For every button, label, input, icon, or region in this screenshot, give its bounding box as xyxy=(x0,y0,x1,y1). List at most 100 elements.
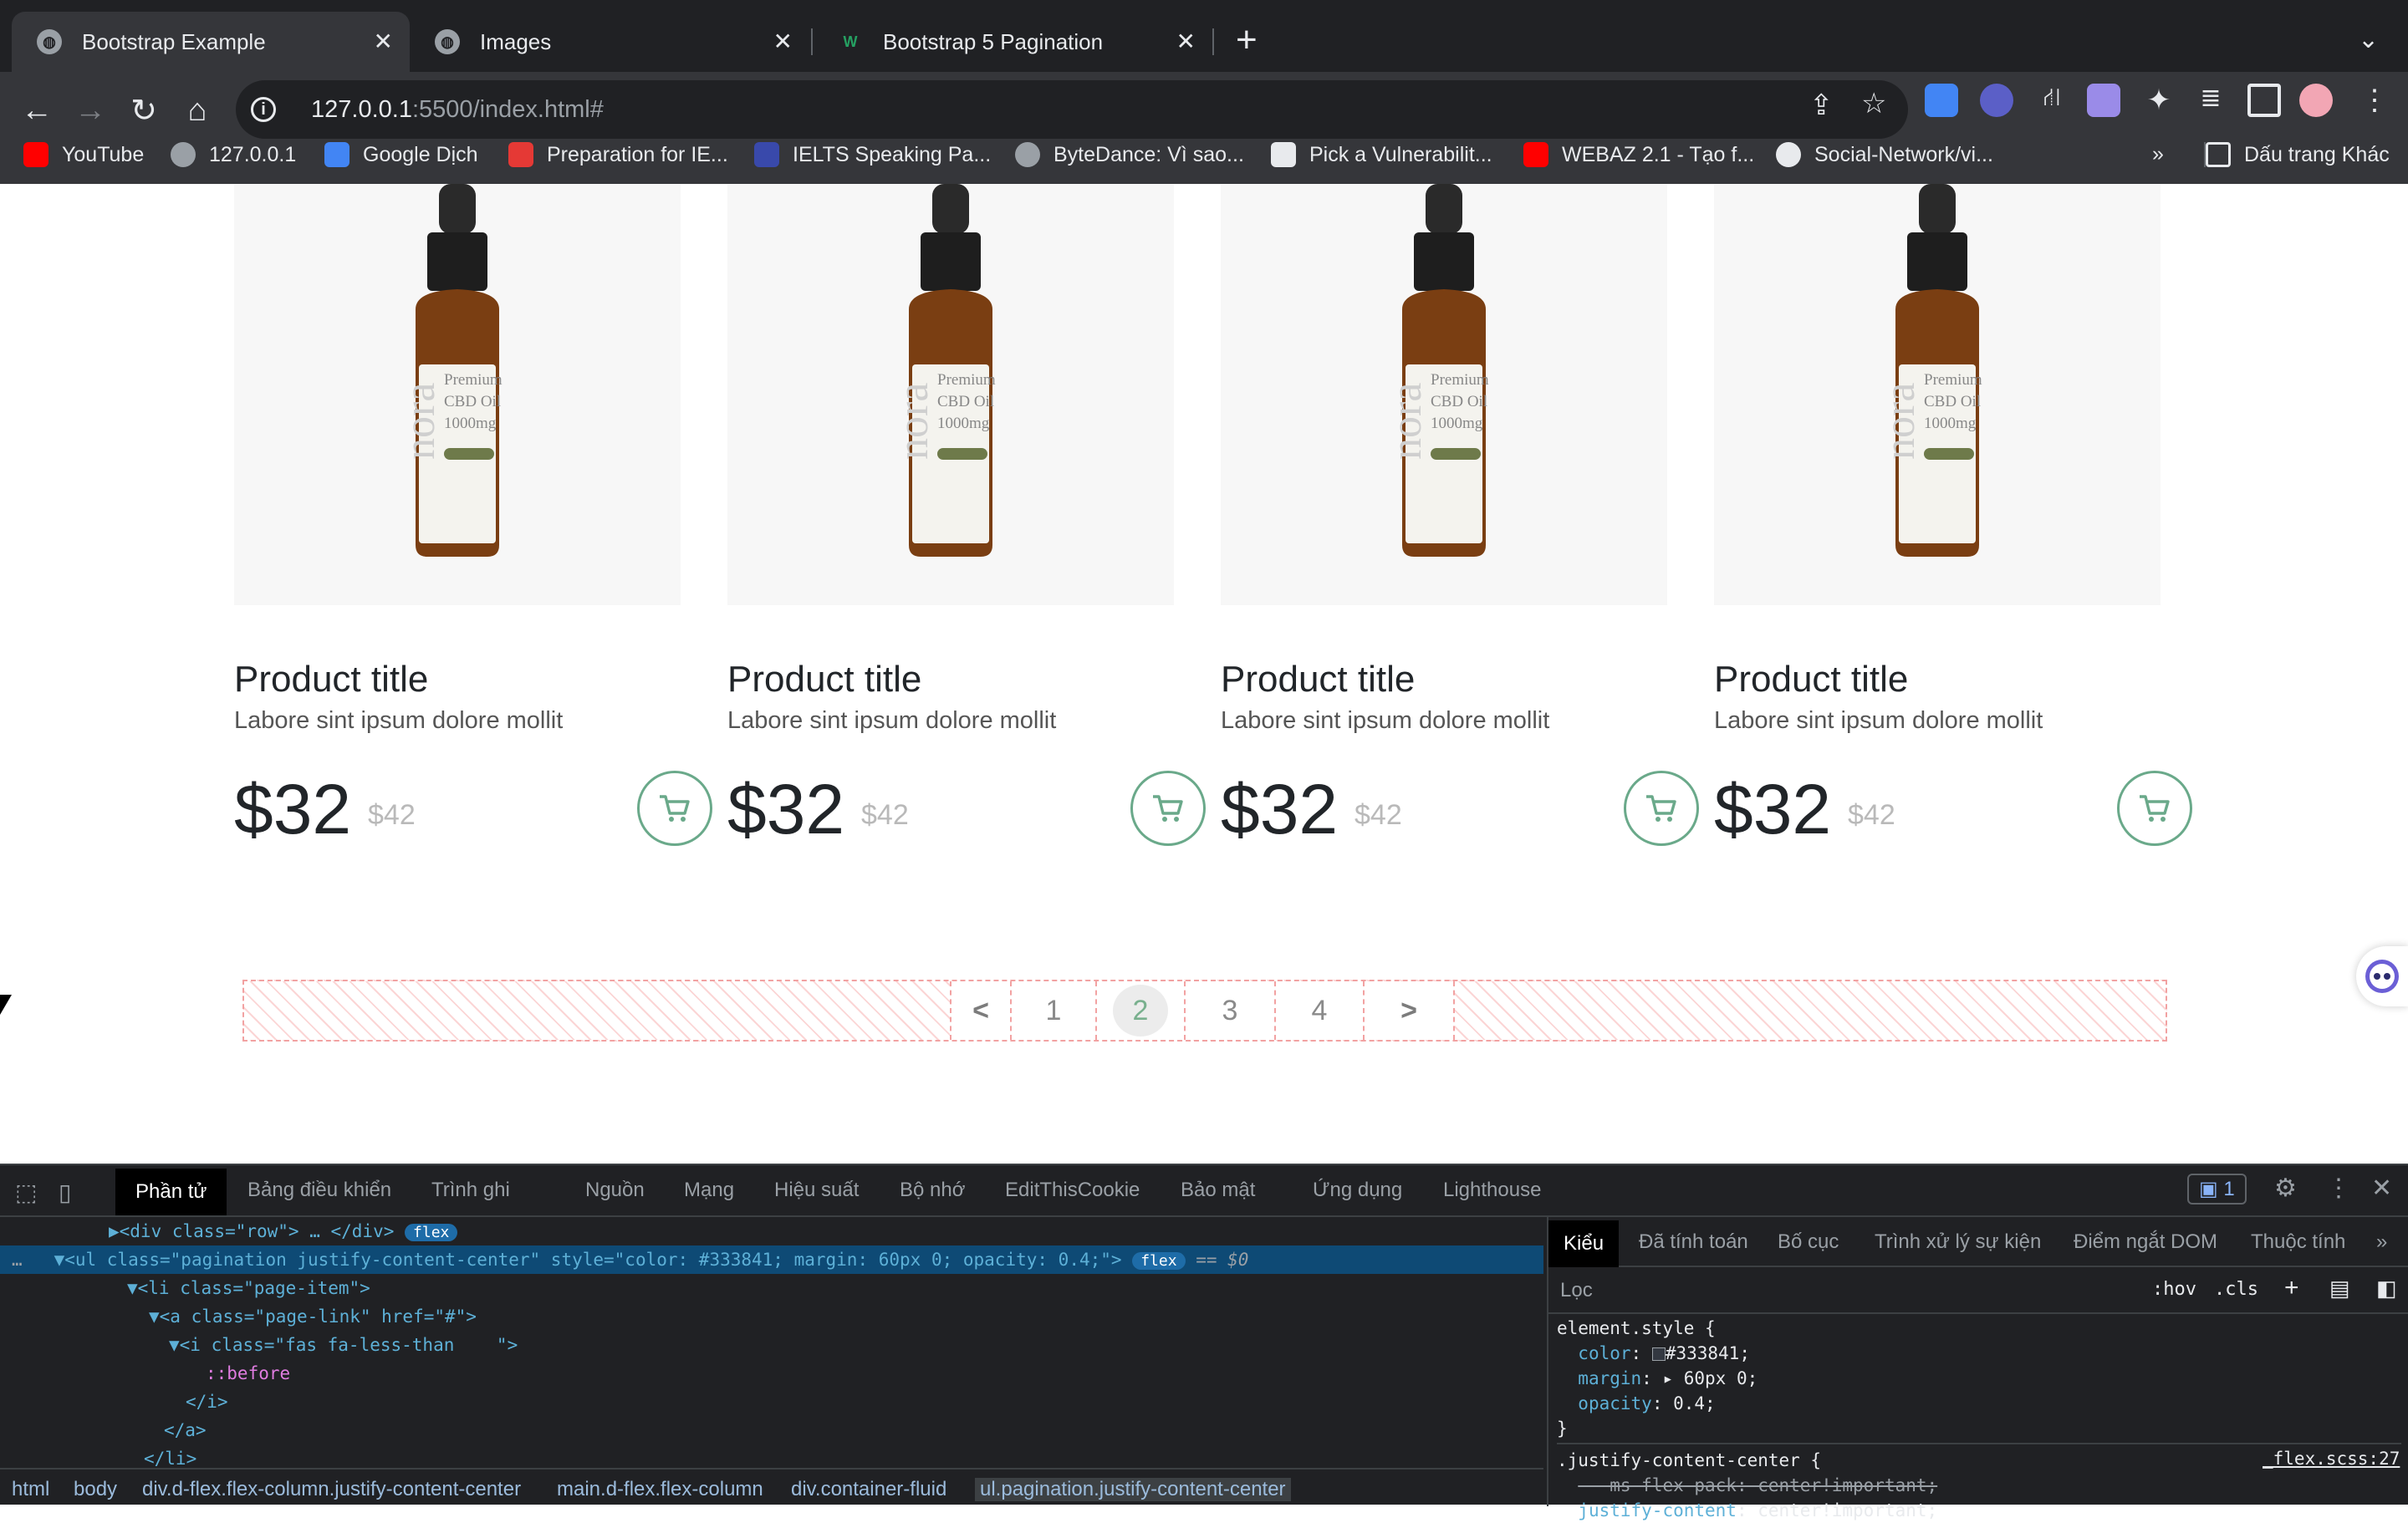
color-swatch[interactable] xyxy=(1651,1347,1666,1361)
google-translate-extension-icon[interactable] xyxy=(1925,84,1958,117)
breadcrumb-html[interactable]: html xyxy=(12,1478,49,1501)
devtools-tab-console[interactable]: Bảng điều khiển xyxy=(247,1179,391,1202)
new-tab-plus-icon[interactable]: + xyxy=(1236,22,1258,59)
bookmark-star-icon[interactable]: ☆ xyxy=(1861,87,1886,120)
new-style-rule-plus-icon[interactable]: + xyxy=(2284,1274,2299,1302)
dom-node-close-i[interactable]: </i> xyxy=(186,1388,228,1416)
devtools-settings-gear-icon[interactable]: ⚙ xyxy=(2274,1174,2297,1203)
address-bar[interactable]: 127.0.0.1:5500/index.html# xyxy=(236,80,1908,139)
close-icon[interactable]: ✕ xyxy=(773,30,793,53)
product-image[interactable]: nora Premium CBD Oil 1000mg xyxy=(234,184,681,605)
bookmark-preparation-ielts[interactable]: Preparation for IE... xyxy=(508,142,728,167)
translate-extension-icon[interactable]: ⛙ xyxy=(2035,84,2069,117)
device-toggle-icon[interactable]: ▯ xyxy=(59,1179,71,1206)
site-info-icon[interactable]: i xyxy=(251,97,276,122)
bookmark-webaz[interactable]: WEBAZ 2.1 - Tạo f... xyxy=(1523,142,1754,167)
reading-list-icon[interactable]: ≣ xyxy=(2194,84,2227,117)
styles-tab-layout[interactable]: Bố cục xyxy=(1778,1230,1839,1254)
add-to-cart-button[interactable] xyxy=(1624,771,1699,846)
breadcrumb-container-fluid[interactable]: div.container-fluid xyxy=(791,1478,946,1501)
pagination-page-4[interactable]: 4 xyxy=(1274,981,1363,1040)
hov-toggle[interactable]: :hov xyxy=(2152,1279,2196,1300)
flex-badge[interactable]: flex xyxy=(405,1224,458,1241)
breadcrumb-ul-pagination[interactable]: ul.pagination.justify-content-center xyxy=(975,1478,1291,1501)
product-image[interactable]: nora Premium CBD Oil 1000mg xyxy=(1714,184,2161,605)
pagination-page-2-current[interactable]: 2 xyxy=(1095,981,1184,1040)
inspect-element-icon[interactable]: ⬚ xyxy=(15,1179,37,1206)
bookmark-ielts-speaking[interactable]: IELTS Speaking Pa... xyxy=(754,142,991,167)
breadcrumb-body[interactable]: body xyxy=(74,1478,117,1501)
elements-tree[interactable]: ▶<div class="row"> … </div> flex … ▼<ul … xyxy=(0,1217,1543,1469)
dom-node-div-row[interactable]: ▶<div class="row"> … </div> flex xyxy=(109,1217,458,1245)
tab-bootstrap-example[interactable]: ◍ Bootstrap Example ✕ xyxy=(12,12,410,72)
pagination-next[interactable]: > xyxy=(1363,981,1455,1040)
dom-node-close-a[interactable]: </a> xyxy=(164,1416,207,1444)
add-to-cart-button[interactable] xyxy=(2117,771,2192,846)
bookmark-google-dich[interactable]: Google Dịch xyxy=(324,142,478,167)
styles-tab-event-listeners[interactable]: Trình xử lý sự kiện xyxy=(1875,1230,2041,1254)
dom-node-i-fa-less-than[interactable]: ▼<i class="fas fa-less-than "> xyxy=(169,1331,518,1359)
side-panel-icon[interactable] xyxy=(2247,84,2281,117)
close-icon[interactable]: ✕ xyxy=(374,30,393,53)
home-icon[interactable]: ⌂ xyxy=(172,85,222,135)
style-rule-source-link[interactable]: _flex.scss:27 xyxy=(2263,1446,2400,1471)
share-icon[interactable]: ⇪ xyxy=(1809,89,1834,122)
dom-node-li-page-item[interactable]: ▼<li class="page-item"> xyxy=(127,1274,370,1302)
dom-node-ul-pagination-selected[interactable]: … ▼<ul class="pagination justify-content… xyxy=(0,1245,1543,1274)
product-image[interactable]: nora Premium CBD Oil 1000mg xyxy=(727,184,1174,605)
product-image[interactable]: nora Premium CBD Oil 1000mg xyxy=(1221,184,1667,605)
devtools-tab-security[interactable]: Bảo mật xyxy=(1181,1179,1255,1202)
devtools-tab-lighthouse[interactable]: Lighthouse xyxy=(1443,1179,1541,1202)
styles-tab-styles[interactable]: Kiểu xyxy=(1548,1220,1620,1267)
floating-assistant-button[interactable] xyxy=(2356,946,2408,1006)
back-arrow-icon[interactable]: ← xyxy=(12,85,62,135)
style-rule-element-style[interactable]: element.style { color: #333841; margin: … xyxy=(1557,1316,1758,1441)
devtools-tab-recorder[interactable]: Trình ghi xyxy=(431,1179,510,1202)
breadcrumb-div-d-flex[interactable]: div.d-flex.flex-column.justify-content-c… xyxy=(142,1478,521,1501)
styles-tab-properties[interactable]: Thuộc tính xyxy=(2251,1230,2345,1254)
devtools-tab-network[interactable]: Mạng xyxy=(684,1179,734,1202)
breadcrumb-main[interactable]: main.d-flex.flex-column xyxy=(557,1478,763,1501)
profile-avatar[interactable] xyxy=(2299,84,2333,117)
bot-extension-icon[interactable] xyxy=(1980,84,2013,117)
devtools-more-icon[interactable]: ⋮ xyxy=(2326,1174,2351,1203)
devtools-tab-memory[interactable]: Bộ nhớ xyxy=(900,1179,965,1202)
bookmark-youtube[interactable]: YouTube xyxy=(23,142,144,167)
bookmark-bytedance[interactable]: ByteDance: Vì sao... xyxy=(1015,142,1244,167)
styles-filter-input[interactable]: Lọc xyxy=(1560,1279,1593,1302)
reload-icon[interactable]: ↻ xyxy=(119,85,169,135)
bookmarks-overflow-button[interactable]: » xyxy=(2152,142,2164,166)
tab-search-chevron-icon[interactable]: ⌄ xyxy=(2358,25,2379,54)
other-bookmarks-folder[interactable]: Dấu trang Khác xyxy=(2204,142,2390,167)
devtools-tab-application[interactable]: Ứng dụng xyxy=(1313,1179,1402,1202)
toggle-sidebar-icon[interactable]: ◧ xyxy=(2376,1276,2397,1301)
pagination-page-3[interactable]: 3 xyxy=(1184,981,1274,1040)
bookmark-localhost[interactable]: 127.0.0.1 xyxy=(171,142,296,167)
add-to-cart-button[interactable] xyxy=(637,771,712,846)
pagination-prev[interactable]: < xyxy=(950,981,1010,1040)
styles-tab-computed[interactable]: Đã tính toán xyxy=(1639,1230,1748,1254)
devtools-tab-performance[interactable]: Hiệu suất xyxy=(774,1179,859,1202)
extensions-puzzle-icon[interactable]: ✦ xyxy=(2142,84,2176,117)
tab-bootstrap-5-pagination[interactable]: W Bootstrap 5 Pagination ✕ xyxy=(813,12,1212,72)
issues-counter[interactable]: ▣ 1 xyxy=(2187,1174,2247,1205)
bookmark-pick-vulnerability[interactable]: Pick a Vulnerabilit... xyxy=(1271,142,1492,167)
paint-brush-icon[interactable]: ▤ xyxy=(2329,1276,2350,1301)
bookmark-social-network[interactable]: Social-Network/vi... xyxy=(1776,142,1993,167)
browser-menu-icon[interactable]: ⋮ xyxy=(2358,84,2391,117)
devtools-tab-elements[interactable]: Phần tử xyxy=(115,1169,227,1215)
devtools-tab-editthiscookie[interactable]: EditThisCookie xyxy=(1005,1179,1140,1202)
flex-badge[interactable]: flex xyxy=(1132,1252,1186,1270)
devtools-close-icon[interactable]: ✕ xyxy=(2371,1174,2392,1203)
tab-images[interactable]: ◍ Images ✕ xyxy=(410,12,809,72)
add-to-cart-button[interactable] xyxy=(1130,771,1206,846)
close-icon[interactable]: ✕ xyxy=(1176,30,1196,53)
dom-node-before-pseudo[interactable]: ::before xyxy=(206,1359,290,1388)
cookie-extension-icon[interactable] xyxy=(2087,84,2120,117)
forward-arrow-icon[interactable]: → xyxy=(65,85,115,135)
styles-tab-dom-breakpoints[interactable]: Điểm ngắt DOM xyxy=(2074,1230,2217,1254)
devtools-tab-sources[interactable]: Nguồn xyxy=(585,1179,645,1202)
pagination-page-1[interactable]: 1 xyxy=(1010,981,1095,1040)
styles-tabs-overflow-icon[interactable]: » xyxy=(2376,1230,2387,1254)
dom-node-a-page-link[interactable]: ▼<a class="page-link" href="#"> xyxy=(149,1302,477,1331)
